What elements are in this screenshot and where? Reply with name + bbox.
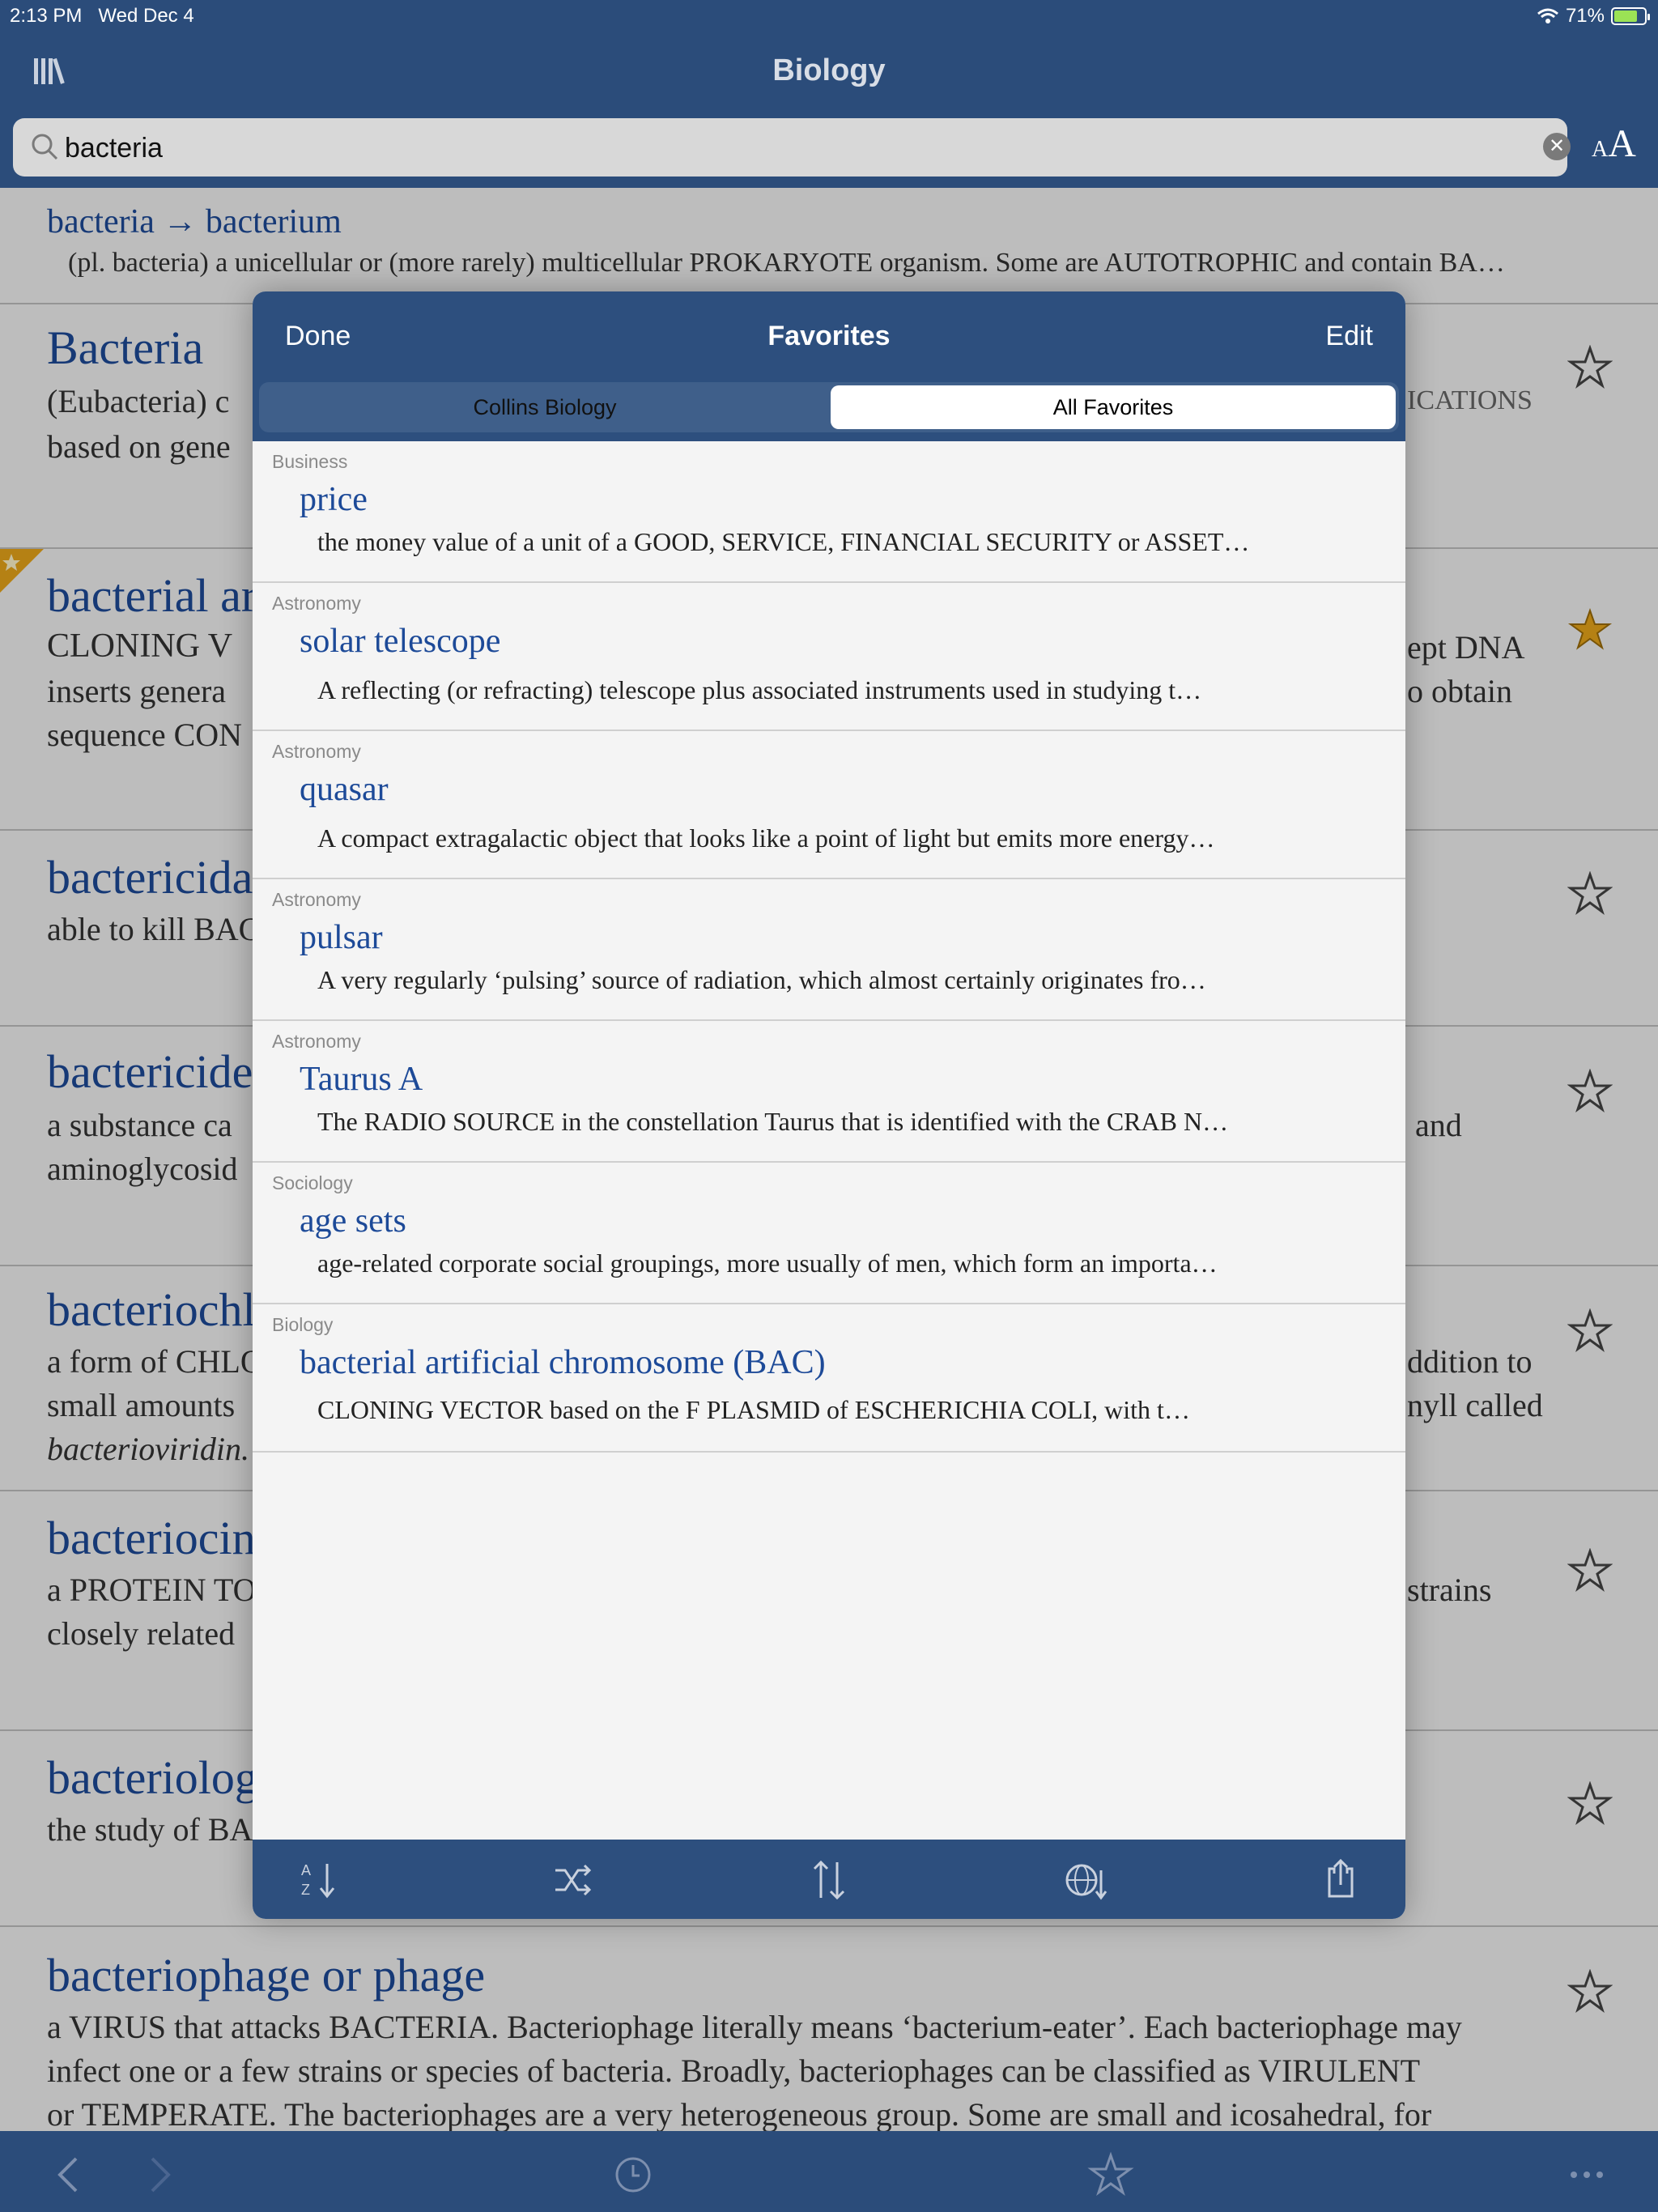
favorites-toolbar: AZ bbox=[253, 1840, 1405, 1919]
more-icon[interactable] bbox=[1562, 2150, 1611, 2199]
favorite-category: Sociology bbox=[272, 1172, 353, 1193]
favorite-category: Astronomy bbox=[272, 593, 361, 614]
list-item[interactable]: Astronomy pulsar A very regularly ‘pulsi… bbox=[253, 879, 1405, 1021]
favorite-definition: A compact extragalactic object that look… bbox=[317, 823, 1215, 853]
favorite-term: age sets bbox=[300, 1202, 406, 1240]
favorite-term: price bbox=[300, 481, 368, 518]
bottom-toolbar bbox=[0, 2131, 1658, 2212]
font-size-large-label: A bbox=[1608, 122, 1636, 165]
list-item[interactable]: Astronomy Taurus A The RADIO SOURCE in t… bbox=[253, 1021, 1405, 1163]
top-bar: 2:13 PM Wed Dec 4 71% Biology ✕ AA bbox=[0, 0, 1658, 188]
segmented-control: Collins Biology All Favorites bbox=[259, 382, 1399, 432]
font-size-button[interactable]: AA bbox=[1592, 121, 1636, 166]
sort-az-icon[interactable]: AZ bbox=[298, 1857, 343, 1903]
favorite-definition: A very regularly ‘pulsing’ source of rad… bbox=[317, 965, 1206, 994]
status-date: Wed Dec 4 bbox=[98, 5, 194, 27]
modal-title: Favorites bbox=[767, 321, 891, 351]
tab-all-favorites[interactable]: All Favorites bbox=[831, 385, 1396, 429]
sort-order-icon[interactable] bbox=[806, 1857, 852, 1903]
list-item[interactable]: Astronomy solar telescope A reflecting (… bbox=[253, 583, 1405, 731]
search-input[interactable] bbox=[63, 128, 1507, 168]
svg-text:Z: Z bbox=[301, 1882, 310, 1898]
favorite-category: Astronomy bbox=[272, 1031, 361, 1052]
history-icon[interactable] bbox=[609, 2150, 657, 2199]
search-icon bbox=[32, 134, 58, 160]
status-right: 71% bbox=[1537, 5, 1650, 28]
sort-by-language-icon[interactable] bbox=[1062, 1857, 1107, 1903]
modal-header: Done Favorites Edit Collins Biology All … bbox=[253, 291, 1405, 441]
back-icon[interactable] bbox=[45, 2150, 94, 2199]
favorite-term: quasar bbox=[300, 771, 389, 808]
list-item[interactable]: Astronomy quasar A compact extragalactic… bbox=[253, 731, 1405, 879]
status-bar: 2:13 PM Wed Dec 4 71% bbox=[0, 0, 1658, 36]
favorite-category: Astronomy bbox=[272, 741, 361, 762]
wifi-icon bbox=[1537, 8, 1558, 23]
favorite-category: Astronomy bbox=[272, 889, 361, 910]
favorite-category: Biology bbox=[272, 1314, 334, 1335]
tab-collins-biology[interactable]: Collins Biology bbox=[262, 385, 827, 429]
svg-text:A: A bbox=[301, 1862, 311, 1878]
favorites-icon[interactable] bbox=[1086, 2150, 1135, 2199]
favorite-term: solar telescope bbox=[300, 623, 501, 660]
list-item[interactable]: Biology bacterial artificial chromosome … bbox=[253, 1304, 1405, 1453]
forward-icon[interactable] bbox=[134, 2150, 183, 2199]
battery-percent: 71% bbox=[1565, 5, 1605, 27]
battery-icon bbox=[1611, 7, 1650, 25]
status-time: 2:13 PM Wed Dec 4 bbox=[10, 5, 194, 27]
favorite-definition: The RADIO SOURCE in the constellation Ta… bbox=[317, 1107, 1229, 1136]
search-bar[interactable]: ✕ bbox=[13, 118, 1571, 177]
favorite-term: Taurus A bbox=[300, 1061, 423, 1098]
share-icon[interactable] bbox=[1318, 1857, 1363, 1903]
clear-search-icon[interactable]: ✕ bbox=[1543, 133, 1571, 160]
favorite-definition: CLONING VECTOR based on the F PLASMID of… bbox=[317, 1395, 1190, 1424]
favorites-modal: Done Favorites Edit Collins Biology All … bbox=[253, 291, 1405, 1919]
app-title: Biology bbox=[772, 53, 886, 87]
font-size-small-label: A bbox=[1592, 137, 1609, 162]
favorite-definition: the money value of a unit of a GOOD, SER… bbox=[317, 527, 1250, 556]
list-item[interactable]: Business price the money value of a unit… bbox=[253, 441, 1405, 583]
favorite-category: Business bbox=[272, 451, 348, 472]
favorite-term: pulsar bbox=[300, 919, 383, 956]
favorite-term: bacterial artificial chromosome (BAC) bbox=[300, 1344, 826, 1381]
shuffle-icon[interactable] bbox=[551, 1857, 596, 1903]
edit-button[interactable]: Edit bbox=[1325, 321, 1373, 352]
list-item[interactable]: Sociology age sets age-related corporate… bbox=[253, 1163, 1405, 1304]
favorite-definition: age-related corporate social groupings, … bbox=[317, 1249, 1218, 1278]
favorite-definition: A reflecting (or refracting) telescope p… bbox=[317, 675, 1202, 704]
